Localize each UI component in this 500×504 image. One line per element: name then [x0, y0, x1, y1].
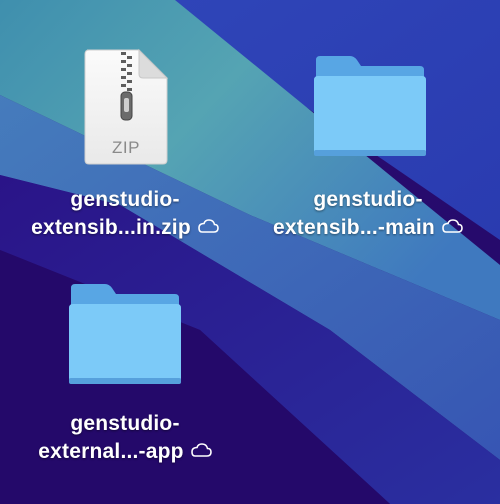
file-name-line-2: extensib...in.zip [31, 216, 191, 239]
desktop-item-zip[interactable]: ZIP genstudio- extensib...in.zip [15, 40, 235, 250]
folder-name-line-2: external...-app [38, 440, 184, 463]
zip-badge-text: ZIP [112, 138, 140, 157]
desktop-item-folder-main[interactable]: genstudio- extensib...-main [258, 40, 478, 250]
icloud-cloud-icon [442, 219, 463, 234]
file-name-label: genstudio- extensib...in.zip [15, 186, 235, 242]
folder-icon [314, 56, 426, 156]
folder-name-label: genstudio- extensib...-main [258, 186, 478, 242]
folder-name-line-1: genstudio- [70, 412, 180, 435]
file-name-line-1: genstudio- [70, 188, 180, 211]
folder-icon [69, 284, 181, 384]
folder-name-line-2: extensib...-main [273, 216, 435, 239]
folder-name-label: genstudio- external...-app [15, 410, 235, 466]
icloud-cloud-icon [190, 443, 212, 458]
icloud-cloud-icon [198, 219, 219, 234]
desktop-item-folder-app[interactable]: genstudio- external...-app [15, 270, 235, 480]
folder-name-line-1: genstudio- [313, 188, 423, 211]
